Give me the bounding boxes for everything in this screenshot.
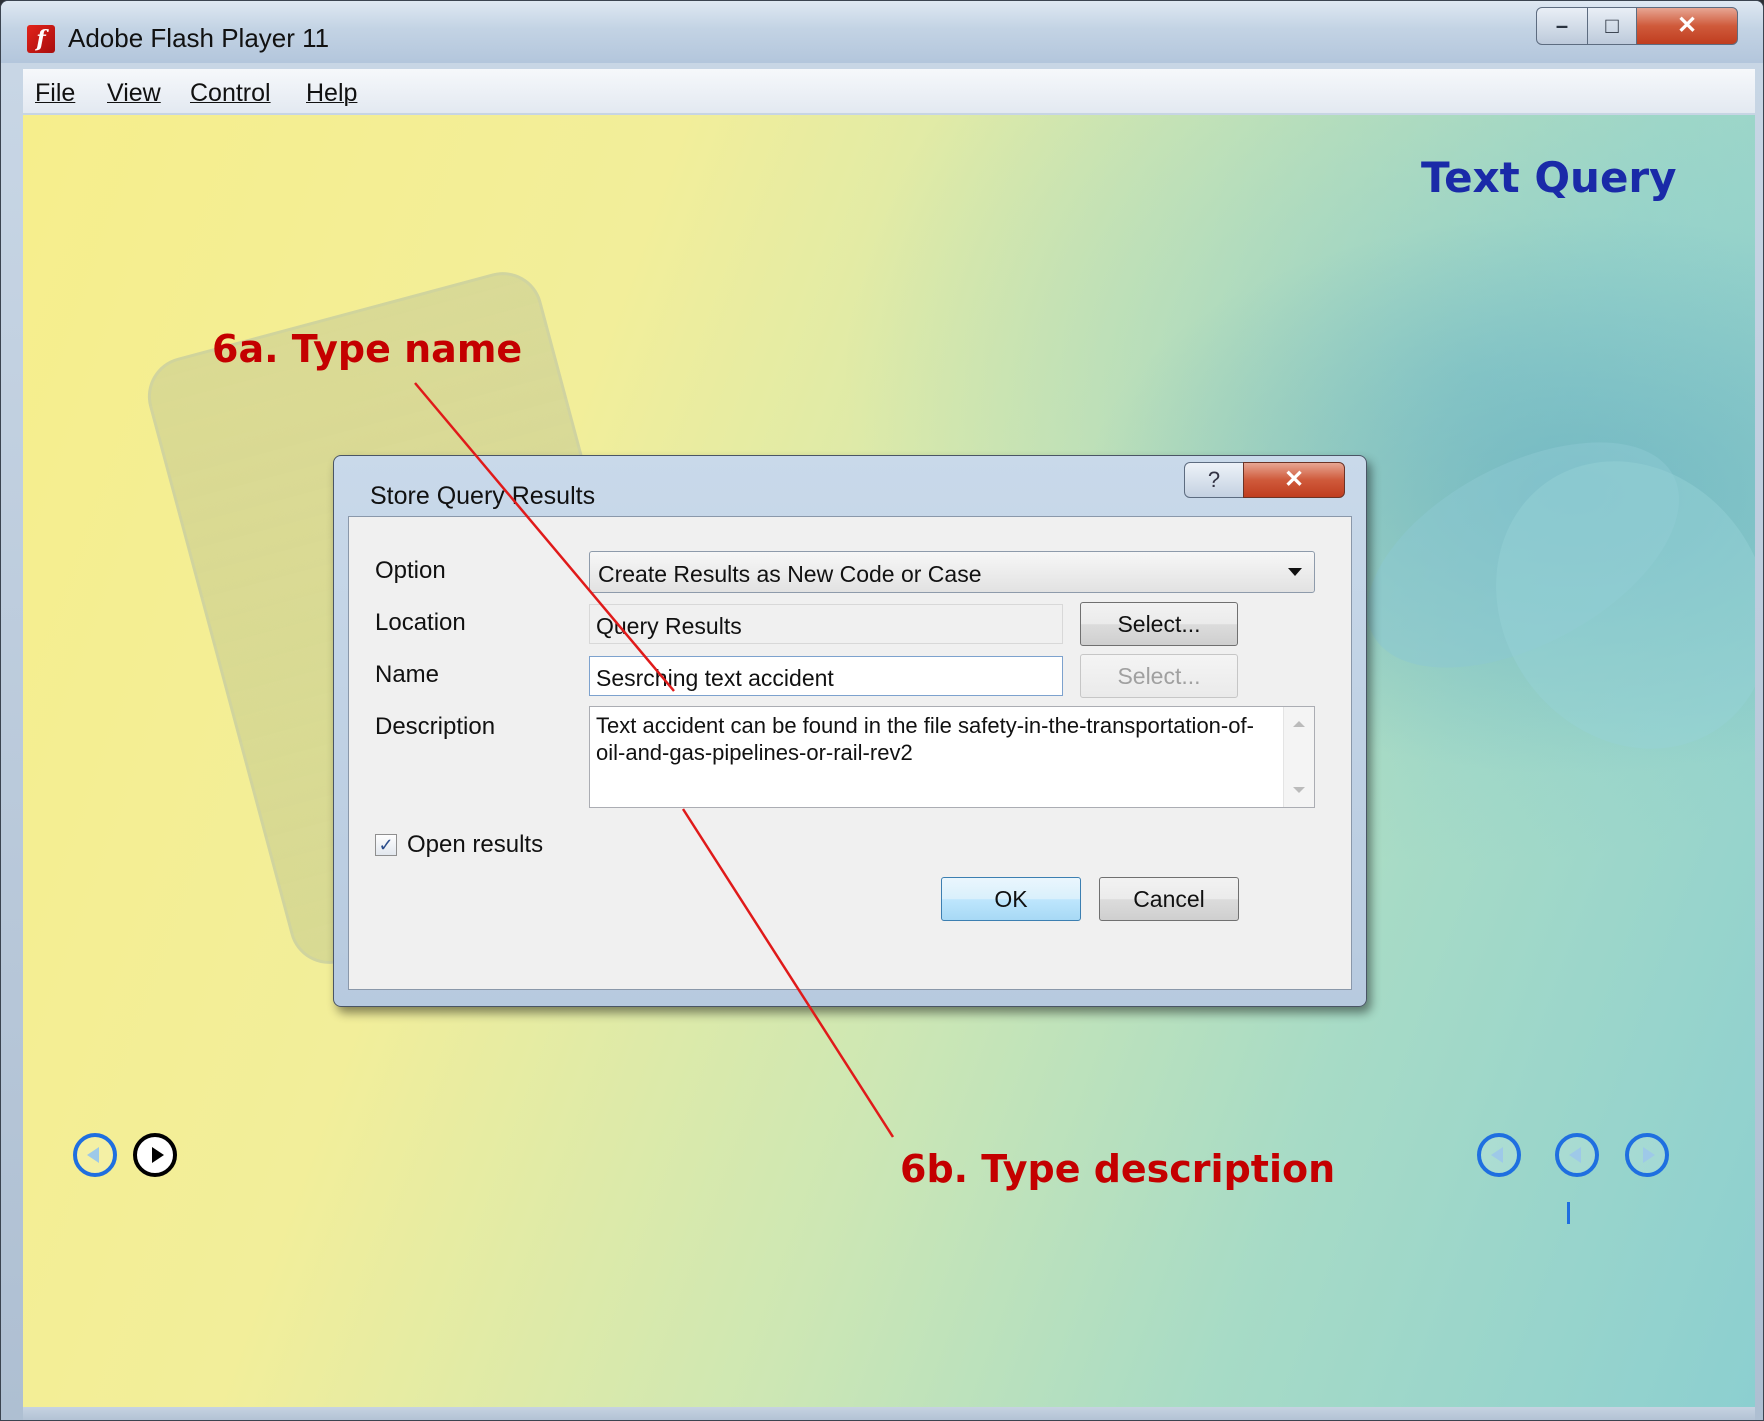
first-icon (1491, 1147, 1503, 1163)
store-query-results-dialog: Store Query Results ? ✕ Option Create Re… (333, 455, 1367, 1007)
next-slide-button[interactable] (1625, 1133, 1669, 1177)
option-select[interactable]: Create Results as New Code or Case (589, 551, 1315, 593)
menu-view[interactable]: View (107, 79, 161, 108)
flash-stage: Text Query 6a. Type name 6b. Type descri… (23, 115, 1755, 1407)
open-results-checkbox[interactable]: ✓ (375, 834, 397, 856)
name-label: Name (375, 661, 440, 688)
menu-file[interactable]: File (35, 79, 75, 108)
maximize-icon: □ (1605, 13, 1619, 38)
previous-icon (1569, 1147, 1581, 1163)
chevron-down-icon (1288, 568, 1302, 576)
dialog-body: Option Create Results as New Code or Cas… (348, 516, 1352, 990)
callout-type-description: 6b. Type description (900, 1147, 1336, 1191)
cancel-button[interactable]: Cancel (1099, 877, 1239, 921)
menu-control[interactable]: Control (190, 79, 271, 108)
option-select-value: Create Results as New Code or Case (598, 561, 982, 587)
name-select-button: Select... (1080, 654, 1238, 698)
next-icon (1643, 1147, 1655, 1163)
back-icon (87, 1147, 99, 1163)
window-title: Adobe Flash Player 11 (68, 23, 330, 53)
location-field: Query Results (589, 604, 1063, 644)
menu-bar: File View Control Help (23, 69, 1755, 113)
first-slide-button[interactable] (1477, 1133, 1521, 1177)
minimize-button[interactable]: – (1536, 7, 1588, 45)
close-icon: ✕ (1676, 12, 1698, 39)
flash-player-window: f Adobe Flash Player 11 – □ ✕ File View … (0, 0, 1764, 1421)
previous-slide-button[interactable] (1555, 1133, 1599, 1177)
back-button[interactable] (73, 1133, 117, 1177)
name-input[interactable]: Sesrching text accident (589, 656, 1063, 696)
maximize-button[interactable]: □ (1587, 7, 1637, 45)
description-scrollbar[interactable] (1283, 707, 1314, 807)
slide-title: Text Query (1421, 153, 1677, 202)
dialog-title: Store Query Results (370, 482, 596, 510)
flash-player-icon: f (27, 25, 55, 53)
ok-button[interactable]: OK (941, 877, 1081, 921)
close-button[interactable]: ✕ (1636, 7, 1738, 45)
close-icon: ✕ (1283, 466, 1305, 493)
play-icon (152, 1147, 164, 1163)
play-button[interactable] (133, 1133, 177, 1177)
title-bar[interactable]: f Adobe Flash Player 11 – □ ✕ (1, 1, 1763, 63)
dialog-close-button[interactable]: ✕ (1243, 462, 1345, 498)
progress-tick (1567, 1202, 1570, 1224)
description-textarea[interactable]: Text accident can be found in the file s… (589, 706, 1315, 808)
help-icon: ? (1207, 467, 1221, 492)
dialog-help-button[interactable]: ? (1184, 462, 1244, 498)
window-bottom-border (23, 1407, 1755, 1420)
description-text: Text accident can be found in the file s… (596, 713, 1254, 765)
scroll-up-icon[interactable] (1293, 721, 1305, 727)
menu-help[interactable]: Help (306, 79, 357, 108)
location-label: Location (375, 609, 466, 636)
open-results-label[interactable]: Open results (407, 831, 543, 859)
location-select-button[interactable]: Select... (1080, 602, 1238, 646)
option-label: Option (375, 557, 446, 584)
description-label: Description (375, 713, 496, 740)
minimize-icon: – (1555, 13, 1569, 38)
scroll-down-icon[interactable] (1293, 787, 1305, 793)
callout-type-name: 6a. Type name (212, 327, 523, 371)
